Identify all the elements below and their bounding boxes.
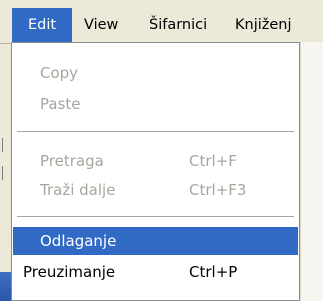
- menu-item-paste[interactable]: Paste: [13, 90, 298, 118]
- menu-item-shortcut: Ctrl+P: [189, 263, 238, 281]
- menu-edit[interactable]: Edit: [12, 8, 72, 42]
- menu-item-label: Paste: [40, 95, 81, 113]
- menu-sifarnici[interactable]: Šifarnici: [149, 8, 207, 42]
- menu-item-label: Pretraga: [40, 152, 104, 170]
- menu-view[interactable]: View: [84, 8, 118, 42]
- edit-dropdown-menu: Copy Paste Pretraga Ctrl+F Traži dalje C…: [11, 42, 300, 301]
- toolbar-fragment-mark: [2, 166, 9, 180]
- menu-separator: [17, 216, 294, 217]
- menu-item-shortcut: Ctrl+F3: [189, 181, 247, 199]
- menu-item-pretraga[interactable]: Pretraga Ctrl+F: [13, 147, 298, 175]
- toolbar-fragment-mark: [2, 138, 9, 152]
- menu-item-shortcut: Ctrl+F: [189, 152, 237, 170]
- menu-item-label: Preuzimanje: [23, 263, 116, 281]
- menu-knjizenja[interactable]: Knjiženj: [235, 8, 292, 42]
- menu-bar: Edit View Šifarnici Knjiženj: [0, 0, 323, 44]
- menu-item-label: Traži dalje: [40, 181, 116, 199]
- menu-item-odlaganje[interactable]: Odlaganje: [13, 227, 298, 255]
- menu-item-trazi-dalje[interactable]: Traži dalje Ctrl+F3: [13, 176, 298, 204]
- menu-item-label: Odlaganje: [40, 232, 117, 250]
- background-window-area: [300, 42, 323, 301]
- menu-separator: [17, 131, 294, 132]
- menu-item-copy[interactable]: Copy: [13, 59, 298, 87]
- menu-item-preuzimanje[interactable]: Preuzimanje Ctrl+P: [13, 258, 298, 286]
- menu-item-label: Copy: [40, 64, 79, 82]
